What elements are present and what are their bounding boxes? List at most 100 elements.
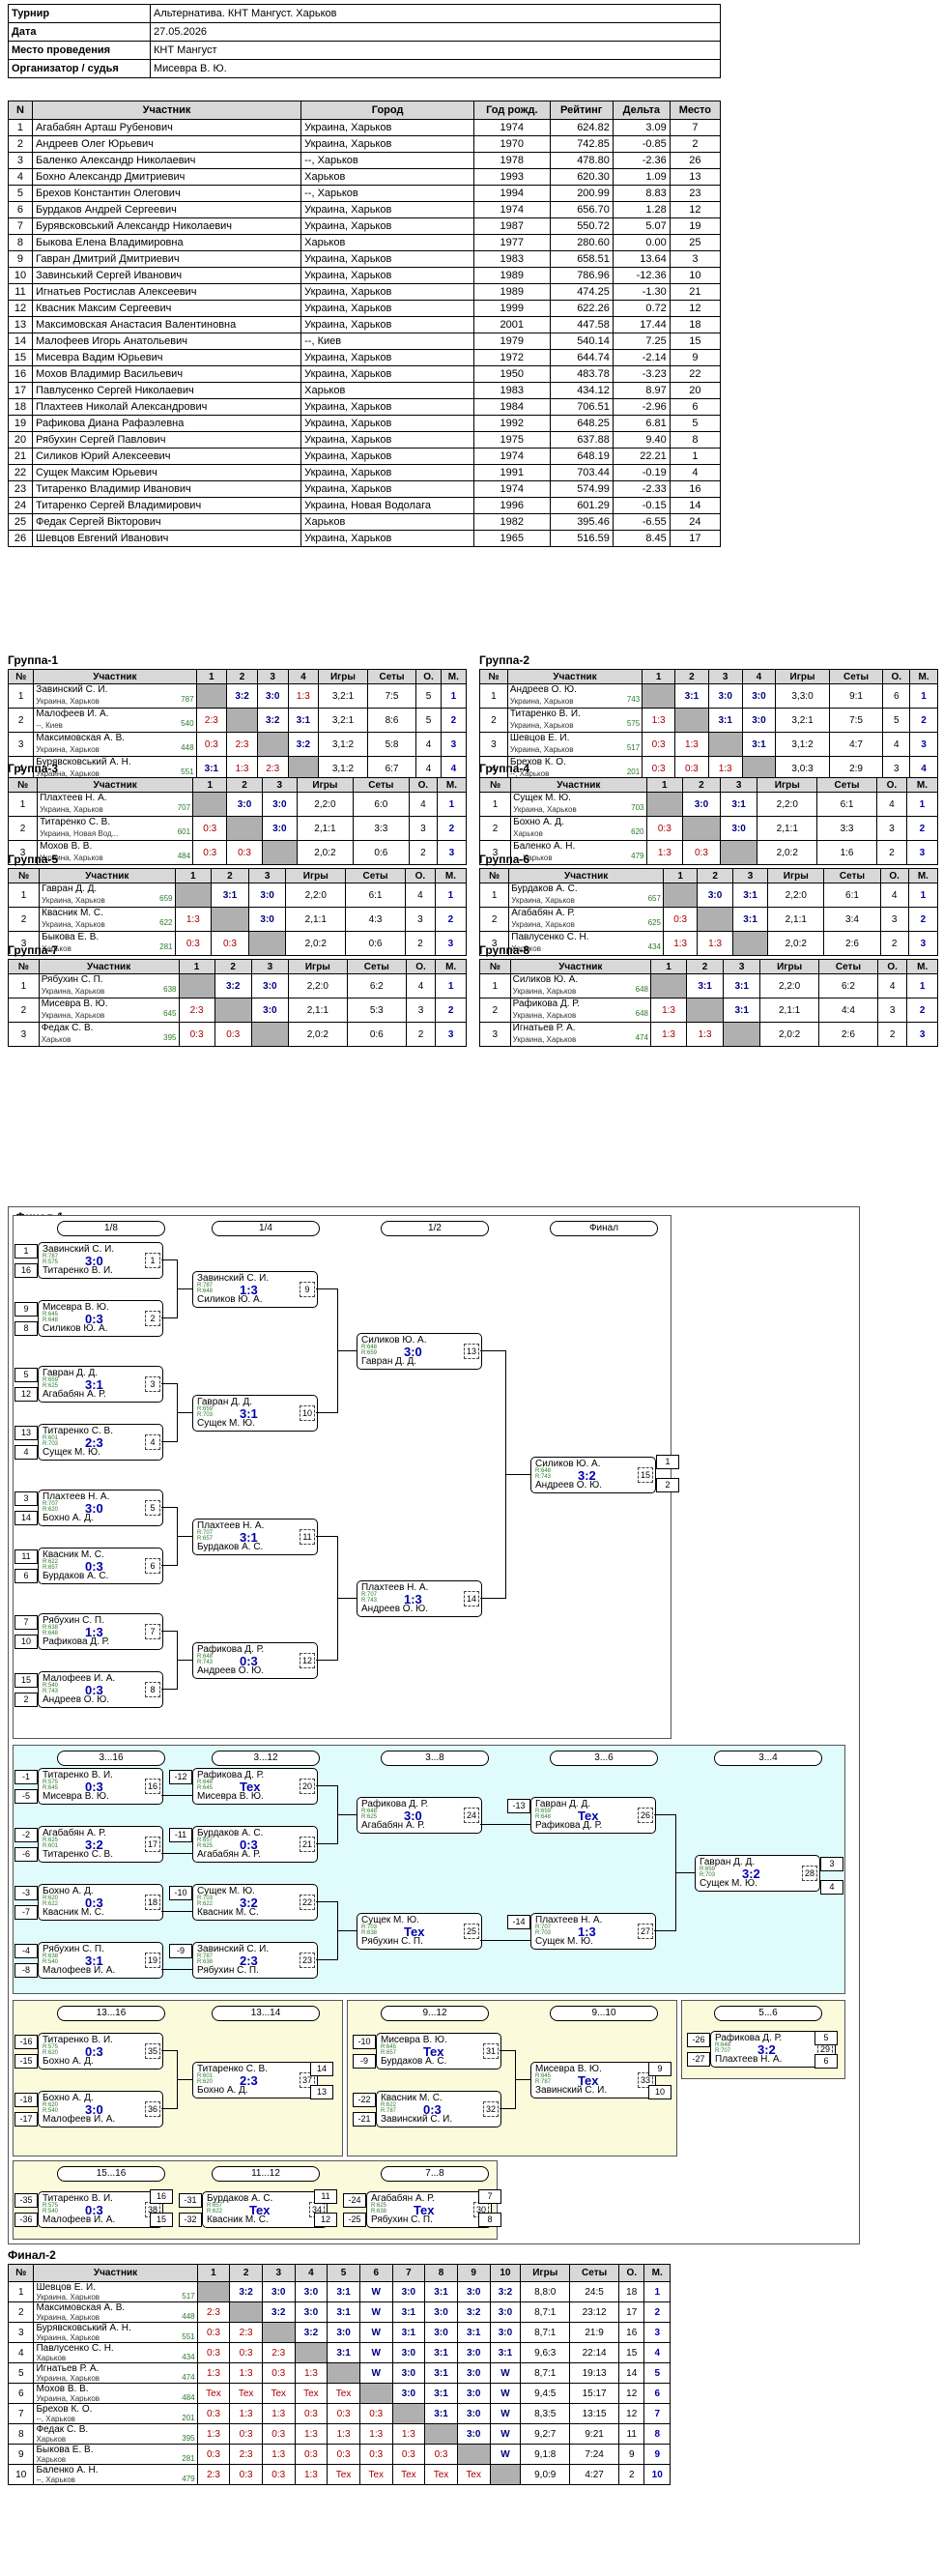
- participant-cell: Бурдаков Андрей Сергеевич: [31, 201, 302, 218]
- match-ratings: R:622 R:787: [381, 2102, 396, 2114]
- bracket-line: [161, 1383, 177, 1384]
- match-number: 10: [300, 1405, 315, 1421]
- round-label: 9...12: [381, 2006, 489, 2021]
- group-participant-city: Харьков: [41, 1035, 71, 1044]
- result-cell: [256, 732, 289, 757]
- match-player-2: Рябухин С. П.: [197, 1965, 259, 1976]
- final2-participant: 281 Быкова Е. В. Харьков: [33, 2444, 198, 2465]
- seed-box: 1: [656, 1455, 679, 1469]
- bracket-line: [161, 1911, 192, 1912]
- group-participant: 703 Сущек М. Ю. Украина, Харьков: [510, 792, 647, 817]
- result-score: 0:3: [271, 2428, 286, 2440]
- final2-participant-name: Баленко А. Н.: [36, 2465, 99, 2475]
- participant-cell: Сущек Максим Юрьевич: [31, 464, 302, 481]
- group-sets: 4:3: [345, 907, 406, 932]
- group-sets: 0:6: [346, 1022, 407, 1047]
- bracket-line: [161, 1795, 192, 1796]
- group-header: Сеты: [818, 959, 878, 974]
- seed-box: 5: [814, 2031, 838, 2045]
- participant-cell: Баленко Александр Николаевич: [31, 152, 302, 169]
- group-header: Игры: [318, 669, 368, 684]
- result-cell: 3:2: [214, 973, 252, 999]
- group-participant-name: Мохов В. В.: [40, 841, 93, 852]
- group-participant: 540 Малофеев И. А. --, Киев: [33, 708, 197, 733]
- group-header: №: [8, 959, 40, 974]
- result-cell: 0:3: [662, 907, 699, 932]
- group-points: 4: [879, 883, 909, 908]
- bracket-match: Титаренко В. И. R:575 R:645 0:3 16 Мисевра В.…: [38, 1768, 163, 1805]
- final2-games: 8,8:0: [520, 2281, 571, 2302]
- group-header: Участник: [510, 777, 647, 793]
- result-cell: [391, 2403, 426, 2424]
- result-cell: 0:3: [294, 2403, 329, 2424]
- participant-cell: 395.46: [549, 513, 614, 531]
- group-participant: 625 Агабабян А. Р. Украина, Харьков: [508, 907, 664, 932]
- group-participant-name: Мисевра В. Ю.: [41, 999, 108, 1009]
- seed-box: 1: [14, 1244, 38, 1259]
- bracket-line: [316, 1536, 337, 1537]
- match-player-2: Завинский С. И.: [535, 2085, 608, 2096]
- group-participant-city: Украина, Харьков: [41, 987, 105, 996]
- match-ratings: R:645 R:657: [381, 2044, 396, 2056]
- group-header: №: [479, 959, 511, 974]
- match-player-2: Рябухин С. П.: [371, 2214, 433, 2225]
- result-score: W: [500, 2367, 510, 2379]
- participant-cell: 1.09: [612, 168, 671, 186]
- participant-cell: Павлусенко Сергей Николаевич: [31, 382, 302, 399]
- seed-box: -32: [179, 2213, 202, 2227]
- group-header-row: № Участник 1 2 3 Игры Сеты О. М.: [479, 959, 938, 974]
- bracket-match: Завинский С. И. R:787 R:648 1:3 9 Силиков Ю. …: [192, 1271, 318, 1308]
- group-points: 4: [882, 732, 911, 757]
- result-cell: 1:3: [196, 2423, 231, 2445]
- final2-title: Финал-2: [8, 2248, 56, 2262]
- final2-row-number: 4: [7, 2342, 35, 2363]
- match-ratings: R:659 R:703: [700, 1867, 715, 1878]
- seed-box: -2: [14, 1828, 38, 1842]
- group-rating: 517: [626, 743, 641, 752]
- result-score: 3:0: [303, 2286, 319, 2298]
- participant-cell: 706.51: [549, 398, 614, 416]
- group-points: 2: [405, 1022, 437, 1047]
- group-block: Группа-8 № Участник 1 2 3 Игры Сеты О. М. 1 648 Сили…: [479, 943, 938, 1047]
- participant-cell: 16: [8, 365, 33, 383]
- participant-cell: Украина, Харьков: [300, 316, 475, 333]
- participant-row: 18 Плахтеев Николай Александрович Украина,…: [8, 398, 722, 416]
- result-cell: 3:1: [424, 2383, 458, 2404]
- final2-participant-name: Шевцов Е. И.: [36, 2282, 96, 2293]
- match-number: 12: [300, 1653, 315, 1668]
- participant-cell: 1991: [473, 464, 551, 481]
- match-player-2: Сущек М. Ю.: [197, 1418, 255, 1429]
- participant-cell: 26: [8, 530, 33, 547]
- group-games: 2,0:2: [287, 1022, 348, 1047]
- group-place: 1: [434, 883, 468, 908]
- group-points: 2: [876, 1022, 908, 1047]
- result-cell: 0:3: [327, 2444, 360, 2465]
- result-cell: 3:2: [294, 2322, 329, 2343]
- bracket-match: Рябухин С. П. R:638 R:648 1:3 7 Рафикова Д. Р…: [38, 1613, 163, 1650]
- participant-cell: -0.15: [612, 497, 671, 514]
- group-participant: 659 Гавран Д. Д. Украина, Харьков: [39, 883, 176, 908]
- participant-cell: 12: [669, 300, 722, 317]
- result-cell: W: [358, 2362, 393, 2384]
- group-participant-city: Харьков: [513, 829, 543, 838]
- result-cell: 0:3: [327, 2403, 360, 2424]
- participant-cell: -3.23: [612, 365, 671, 383]
- result-score: 0:3: [303, 2448, 318, 2460]
- participant-cell: 19: [8, 415, 33, 432]
- final2-participant-city: Харьков: [36, 2435, 67, 2444]
- group-row: 1 648 Силиков Ю. А. Украина, Харьков 3:1 3:1 2…: [479, 973, 938, 999]
- match-number: 28: [802, 1866, 817, 1881]
- final2-place: 10: [643, 2464, 671, 2485]
- result-cell: [226, 708, 258, 733]
- result-score: 0:3: [336, 2408, 351, 2419]
- result-score: W: [371, 2306, 381, 2318]
- bracket-match: Малофеев И. А. R:540 R:743 0:3 8 Андреев О. Ю…: [38, 1671, 163, 1708]
- match-ratings: R:622 R:657: [43, 1559, 58, 1571]
- group-rating: 648: [635, 1009, 648, 1018]
- group-participant-name: Силиков Ю. А.: [512, 974, 579, 985]
- match-number: 15: [638, 1467, 653, 1483]
- result-cell: Tex: [327, 2383, 360, 2404]
- participant-cell: 24: [669, 513, 722, 531]
- group-sets: 6:1: [345, 883, 406, 908]
- seed-box: 6: [14, 1569, 38, 1583]
